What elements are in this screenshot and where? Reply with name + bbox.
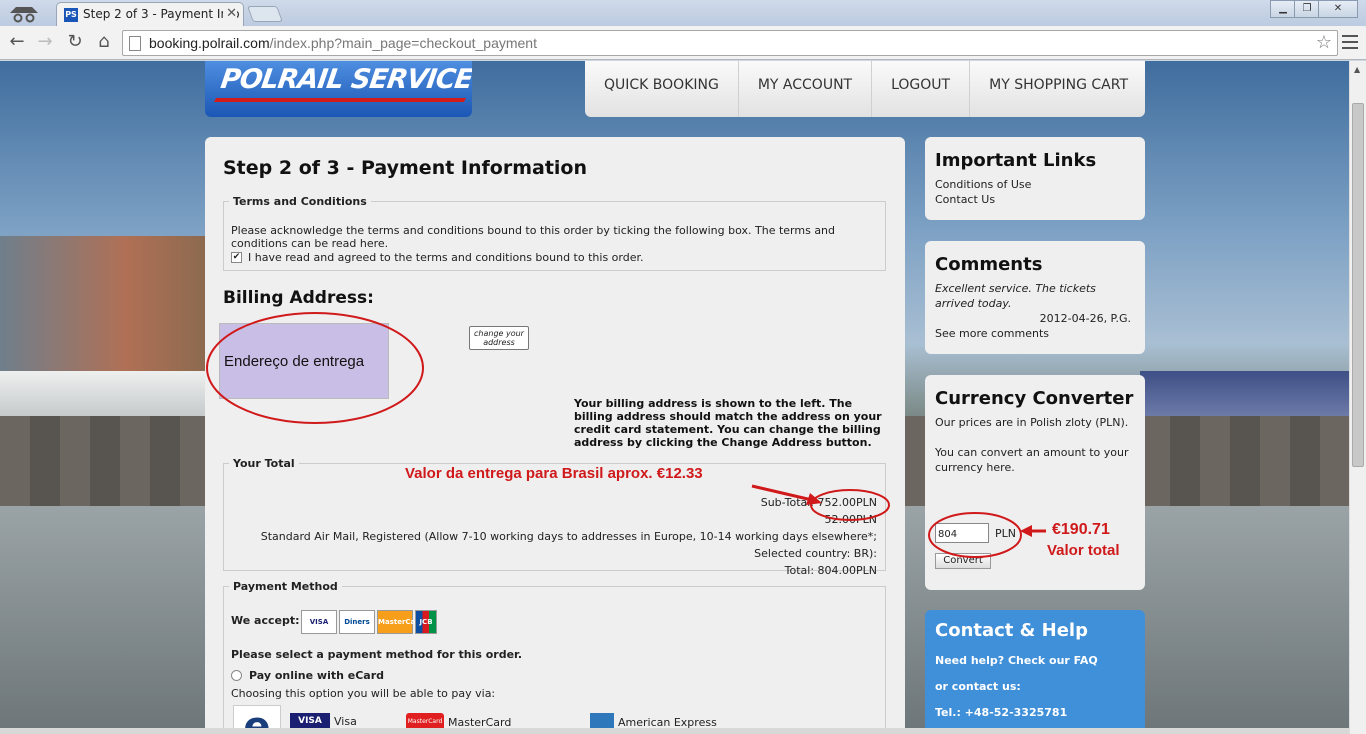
page-scrollbar[interactable]: ▲	[1349, 61, 1366, 734]
payment-legend: Payment Method	[233, 580, 338, 593]
browser-tab[interactable]: PS Step 2 of 3 - Payment Info ✕	[56, 2, 244, 26]
terms-fieldset: Terms and Conditions Please acknowledge …	[223, 195, 886, 271]
checkout-panel: Step 2 of 3 - Payment Information Terms …	[205, 137, 905, 734]
annotation-total-label: Valor total	[1047, 542, 1120, 559]
billing-address-box: Endereço de entrega	[219, 323, 389, 399]
back-icon[interactable]: ←	[6, 31, 28, 53]
comment-date: 2012-04-26, P.G.	[1039, 312, 1131, 325]
new-tab-button[interactable]	[247, 6, 283, 22]
payment-fieldset: Payment Method We accept: VISA Diners Ma…	[223, 580, 886, 734]
currency-title: Currency Converter	[935, 388, 1134, 409]
currency-text-prices: Our prices are in Polish zloty (PLN).	[935, 416, 1129, 429]
comments-title: Comments	[935, 254, 1043, 275]
ecard-option-label[interactable]: Pay online with eCard	[249, 669, 384, 682]
polrail-favicon-icon: PS	[64, 8, 78, 22]
annotation-euro-total: €190.71	[1052, 521, 1110, 538]
close-tab-icon[interactable]: ✕	[223, 6, 237, 21]
page-title: Step 2 of 3 - Payment Information	[223, 157, 587, 179]
polrail-logo[interactable]: POLRAIL SERVICE	[205, 61, 472, 117]
currency-unit: PLN	[995, 526, 1016, 540]
links-title: Important Links	[935, 150, 1097, 171]
maximize-button[interactable]: ❐	[1294, 0, 1320, 18]
contact-help-box: Contact & Help Need help? Check our FAQ …	[925, 610, 1145, 734]
home-icon[interactable]: ⌂	[93, 31, 115, 53]
link-contact-us[interactable]: Contact Us	[935, 192, 1135, 207]
ecard-radio[interactable]	[231, 670, 242, 681]
link-conditions-of-use[interactable]: Conditions of Use	[935, 177, 1135, 192]
billing-address-text: Endereço de entrega	[224, 353, 365, 370]
scroll-up-icon[interactable]: ▲	[1354, 65, 1360, 74]
scrollbar-thumb[interactable]	[1352, 103, 1364, 467]
shipping-cost: 52.00PLN	[824, 513, 877, 526]
contact-line: or contact us:	[935, 680, 1021, 693]
browser-toolbar: ← → ↻ ⌂ booking.polrail.com/index.php?ma…	[0, 26, 1366, 60]
currency-text-convert: You can convert an amount to your curren…	[935, 446, 1129, 474]
subtotal: Sub-Total: 752.00PLN	[760, 496, 877, 509]
nav-quick-booking[interactable]: QUICK BOOKING	[585, 61, 739, 117]
billing-note: Your billing address is shown to the lef…	[574, 397, 882, 449]
we-accept-label: We accept:	[231, 614, 300, 627]
via-visa-label: Visa	[334, 714, 357, 728]
convert-button[interactable]: Convert	[935, 553, 991, 569]
currency-amount-input[interactable]: 804	[935, 523, 989, 543]
logo-stripe	[213, 98, 467, 102]
mastercard-card-icon: MasterCard	[377, 610, 424, 634]
url-text: booking.polrail.com/index.php?main_page=…	[149, 35, 537, 51]
diners-card-icon: Diners	[339, 610, 375, 634]
via-mastercard-label: MasterCard	[448, 715, 512, 729]
select-method-text: Please select a payment method for this …	[231, 648, 523, 661]
incognito-icon	[10, 7, 38, 23]
contact-faq-link[interactable]: Need help? Check our FAQ	[935, 648, 1135, 674]
terms-legend: Terms and Conditions	[233, 195, 367, 208]
horizontal-scrollbar[interactable]	[0, 728, 1349, 734]
tab-title: Step 2 of 3 - Payment Info	[83, 7, 240, 21]
background-train-right	[1140, 371, 1349, 416]
comment-quote: Excellent service. The tickets arrived t…	[935, 282, 1096, 310]
address-bar[interactable]: booking.polrail.com/index.php?main_page=…	[122, 30, 1338, 56]
nav-my-shopping-cart[interactable]: MY SHOPPING CART	[970, 61, 1147, 117]
comments-box: Comments Excellent service. The tickets …	[925, 241, 1145, 354]
see-more-comments-link[interactable]: See more comments	[935, 326, 1135, 341]
via-text: Choosing this option you will be able to…	[231, 687, 496, 700]
visa-small-icon: VISA	[290, 713, 330, 729]
terms-checkbox-label[interactable]: I have read and agreed to the terms and …	[248, 251, 643, 264]
terms-checkbox[interactable]: ✔	[231, 252, 242, 263]
via-amex-label: American Express	[618, 715, 717, 729]
reload-icon[interactable]: ↻	[64, 31, 86, 53]
jcb-card-icon: JCB	[415, 610, 437, 634]
background-train	[0, 371, 210, 421]
shipping-description: Standard Air Mail, Registered (Allow 7-1…	[260, 530, 877, 560]
bookmark-star-icon[interactable]: ☆	[1316, 32, 1332, 53]
annotation-delivery-value: Valor da entrega para Brasil aprox. €12.…	[405, 465, 703, 482]
order-total: Total: 804.00PLN	[784, 564, 877, 577]
forward-icon[interactable]: →	[34, 31, 56, 53]
nav-logout[interactable]: LOGOUT	[872, 61, 971, 117]
logo-text: POLRAIL SERVICE	[218, 64, 472, 95]
visa-card-icon: VISA	[301, 610, 337, 634]
minimize-button[interactable]: ▁	[1270, 0, 1296, 18]
important-links-box: Important Links Conditions of Use Contac…	[925, 137, 1145, 220]
terms-text: Please acknowledge the terms and conditi…	[231, 224, 836, 250]
change-address-button[interactable]: change your address	[469, 326, 529, 350]
nav-my-account[interactable]: MY ACCOUNT	[739, 61, 873, 117]
page-icon	[129, 36, 141, 51]
menu-icon[interactable]	[1342, 35, 1358, 49]
main-nav: QUICK BOOKING MY ACCOUNT LOGOUT MY SHOPP…	[585, 61, 1145, 117]
total-legend: Your Total	[233, 457, 295, 470]
close-window-button[interactable]: ✕	[1318, 0, 1358, 18]
window-titlebar: PS Step 2 of 3 - Payment Info ✕ ▁ ❐ ✕	[0, 0, 1366, 26]
contact-phone: Tel.: +48-52-3325781	[935, 706, 1068, 719]
billing-heading: Billing Address:	[223, 288, 374, 308]
contact-title: Contact & Help	[935, 620, 1088, 641]
